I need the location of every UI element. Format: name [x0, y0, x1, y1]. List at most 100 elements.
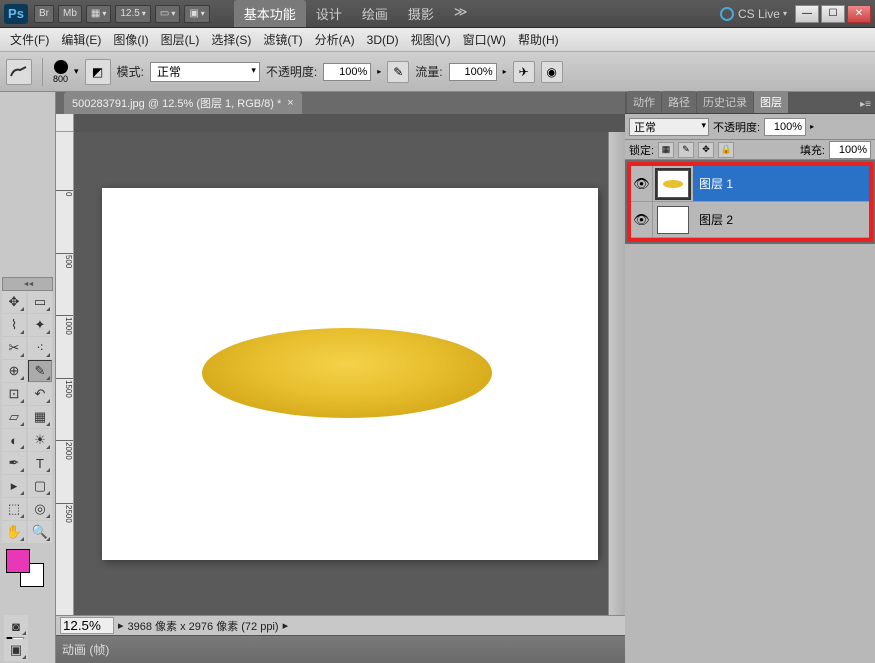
brush-preset-picker[interactable]: 800 — [53, 60, 68, 84]
zoom-input[interactable] — [60, 617, 114, 634]
arrange-documents-dropdown[interactable]: ▭ — [155, 5, 180, 23]
eraser-tool[interactable]: ▱ — [2, 406, 26, 428]
menu-filter[interactable]: 滤镜(T) — [257, 31, 308, 48]
marquee-tool[interactable]: ▭ — [28, 291, 52, 313]
menu-bar: 文件(F) 编辑(E) 图像(I) 图层(L) 选择(S) 滤镜(T) 分析(A… — [0, 28, 875, 52]
spot-healing-tool[interactable]: ⊕ — [2, 360, 26, 382]
hand-tool[interactable]: ✋ — [2, 521, 26, 543]
3d-camera-tool[interactable]: ◎ — [28, 498, 52, 520]
flow-arrow-icon[interactable]: ▸ — [503, 67, 507, 76]
brush-tool[interactable]: ✎ — [28, 360, 52, 382]
layer-name[interactable]: 图层 1 — [693, 166, 869, 201]
menu-image[interactable]: 图像(I) — [107, 31, 154, 48]
layer-thumbnail[interactable] — [657, 170, 689, 198]
layer-fill-input[interactable] — [829, 141, 871, 159]
type-tool[interactable]: T — [28, 452, 52, 474]
zoom-tool[interactable]: 🔍 — [28, 521, 52, 543]
document-tab-title: 500283791.jpg @ 12.5% (图层 1, RGB/8) * — [72, 95, 281, 111]
status-bar: ▸ 3968 像素 x 2976 像素 (72 ppi) ▸ — [56, 615, 625, 635]
3d-tool[interactable]: ⬚ — [2, 498, 26, 520]
maximize-button[interactable]: ☐ — [821, 5, 845, 23]
screen-mode-toggle[interactable]: ▣ — [4, 639, 28, 661]
menu-view[interactable]: 视图(V) — [405, 31, 457, 48]
layer-opacity-arrow-icon[interactable]: ▸ — [810, 122, 814, 131]
document-tab-close-icon[interactable]: × — [287, 97, 293, 109]
brush-panel-toggle[interactable]: ◩ — [85, 59, 111, 85]
panel-tab-layers[interactable]: 图层 — [754, 91, 788, 113]
animation-panel-header[interactable]: 动画 (帧) — [56, 635, 625, 663]
eyedropper-tool[interactable]: ⁖ — [28, 337, 52, 359]
layer-thumbnail[interactable] — [657, 206, 689, 234]
opacity-label: 不透明度: — [266, 63, 317, 80]
ruler-origin[interactable] — [56, 114, 74, 132]
layer-row[interactable]: 👁 图层 1 — [631, 166, 869, 202]
panel-tab-history[interactable]: 历史记录 — [697, 91, 753, 113]
minibridge-button[interactable]: Mb — [58, 5, 82, 23]
dodge-tool[interactable]: ☀ — [28, 429, 52, 451]
airbrush-toggle[interactable]: ✈ — [513, 61, 535, 83]
clone-stamp-tool[interactable]: ⊡ — [2, 383, 26, 405]
vertical-ruler[interactable]: 0 500 1000 1500 2000 2500 — [56, 132, 74, 615]
history-brush-tool[interactable]: ↶ — [28, 383, 52, 405]
workspace-tab-photography[interactable]: 摄影 — [398, 0, 444, 27]
brush-picker-arrow-icon[interactable]: ▾ — [74, 66, 79, 77]
workspace-tab-essentials[interactable]: 基本功能 — [234, 0, 306, 27]
layer-opacity-input[interactable] — [764, 118, 806, 136]
layers-empty-area — [625, 244, 875, 663]
lock-transparency-icon[interactable]: ▦ — [658, 142, 674, 158]
lock-all-icon[interactable]: 🔒 — [718, 142, 734, 158]
menu-3d[interactable]: 3D(D) — [361, 33, 405, 47]
menu-file[interactable]: 文件(F) — [4, 31, 55, 48]
layer-visibility-icon[interactable]: 👁 — [631, 202, 653, 237]
foreground-color-swatch[interactable] — [6, 549, 30, 573]
bridge-button[interactable]: Br — [34, 5, 54, 23]
layer-visibility-icon[interactable]: 👁 — [631, 166, 653, 201]
lock-pixels-icon[interactable]: ✎ — [678, 142, 694, 158]
workspace-tab-design[interactable]: 设计 — [306, 0, 352, 27]
close-button[interactable]: ✕ — [847, 5, 871, 23]
workspace-more-dropdown[interactable]: ≫ — [444, 0, 478, 27]
canvas[interactable] — [102, 188, 598, 560]
layer-name[interactable]: 图层 2 — [693, 202, 869, 237]
tablet-size-toggle[interactable]: ◉ — [541, 61, 563, 83]
menu-edit[interactable]: 编辑(E) — [55, 31, 107, 48]
menu-help[interactable]: 帮助(H) — [512, 31, 565, 48]
layer-row[interactable]: 👁 图层 2 — [631, 202, 869, 238]
opacity-arrow-icon[interactable]: ▸ — [377, 67, 381, 76]
zoom-level-dropdown[interactable]: 12.5 — [115, 5, 150, 23]
panel-menu-icon[interactable]: ▸≡ — [856, 96, 875, 113]
flow-input[interactable] — [449, 63, 497, 81]
menu-select[interactable]: 选择(S) — [205, 31, 257, 48]
canvas-viewport[interactable] — [74, 132, 625, 615]
move-tool[interactable]: ✥ — [2, 291, 26, 313]
workspace-tab-painting[interactable]: 绘画 — [352, 0, 398, 27]
gradient-tool[interactable]: ▦ — [28, 406, 52, 428]
menu-analysis[interactable]: 分析(A) — [309, 31, 361, 48]
path-selection-tool[interactable]: ▸ — [2, 475, 26, 497]
opacity-input[interactable] — [323, 63, 371, 81]
crop-tool[interactable]: ✂ — [2, 337, 26, 359]
minimize-button[interactable]: — — [795, 5, 819, 23]
toolbox-collapse-button[interactable] — [2, 277, 53, 291]
shape-tool[interactable]: ▢ — [28, 475, 52, 497]
status-info-arrow-icon[interactable]: ▸ — [283, 619, 289, 632]
screen-mode-dropdown[interactable]: ▣ — [184, 5, 209, 23]
menu-window[interactable]: 窗口(W) — [457, 31, 512, 48]
lasso-tool[interactable]: ⌇ — [2, 314, 26, 336]
view-extras-dropdown[interactable]: ▦ — [86, 5, 111, 23]
pen-tool[interactable]: ✒ — [2, 452, 26, 474]
document-tab[interactable]: 500283791.jpg @ 12.5% (图层 1, RGB/8) * × — [64, 92, 302, 114]
blur-tool[interactable]: ◐ — [2, 429, 26, 451]
panel-tab-actions[interactable]: 动作 — [627, 91, 661, 113]
lock-position-icon[interactable]: ✥ — [698, 142, 714, 158]
magic-wand-tool[interactable]: ✦ — [28, 314, 52, 336]
blend-mode-select[interactable]: 正常 — [150, 62, 260, 82]
zoom-arrow-icon[interactable]: ▸ — [118, 619, 124, 632]
panel-tab-paths[interactable]: 路径 — [662, 91, 696, 113]
layer-blend-mode-select[interactable]: 正常 — [629, 118, 709, 136]
tablet-opacity-toggle[interactable]: ✎ — [387, 61, 409, 83]
menu-layer[interactable]: 图层(L) — [155, 31, 206, 48]
current-tool-preset-icon[interactable] — [6, 59, 32, 85]
cslive-button[interactable]: CS Live ▾ — [720, 7, 787, 21]
quick-mask-toggle[interactable]: ◙ — [4, 615, 28, 637]
